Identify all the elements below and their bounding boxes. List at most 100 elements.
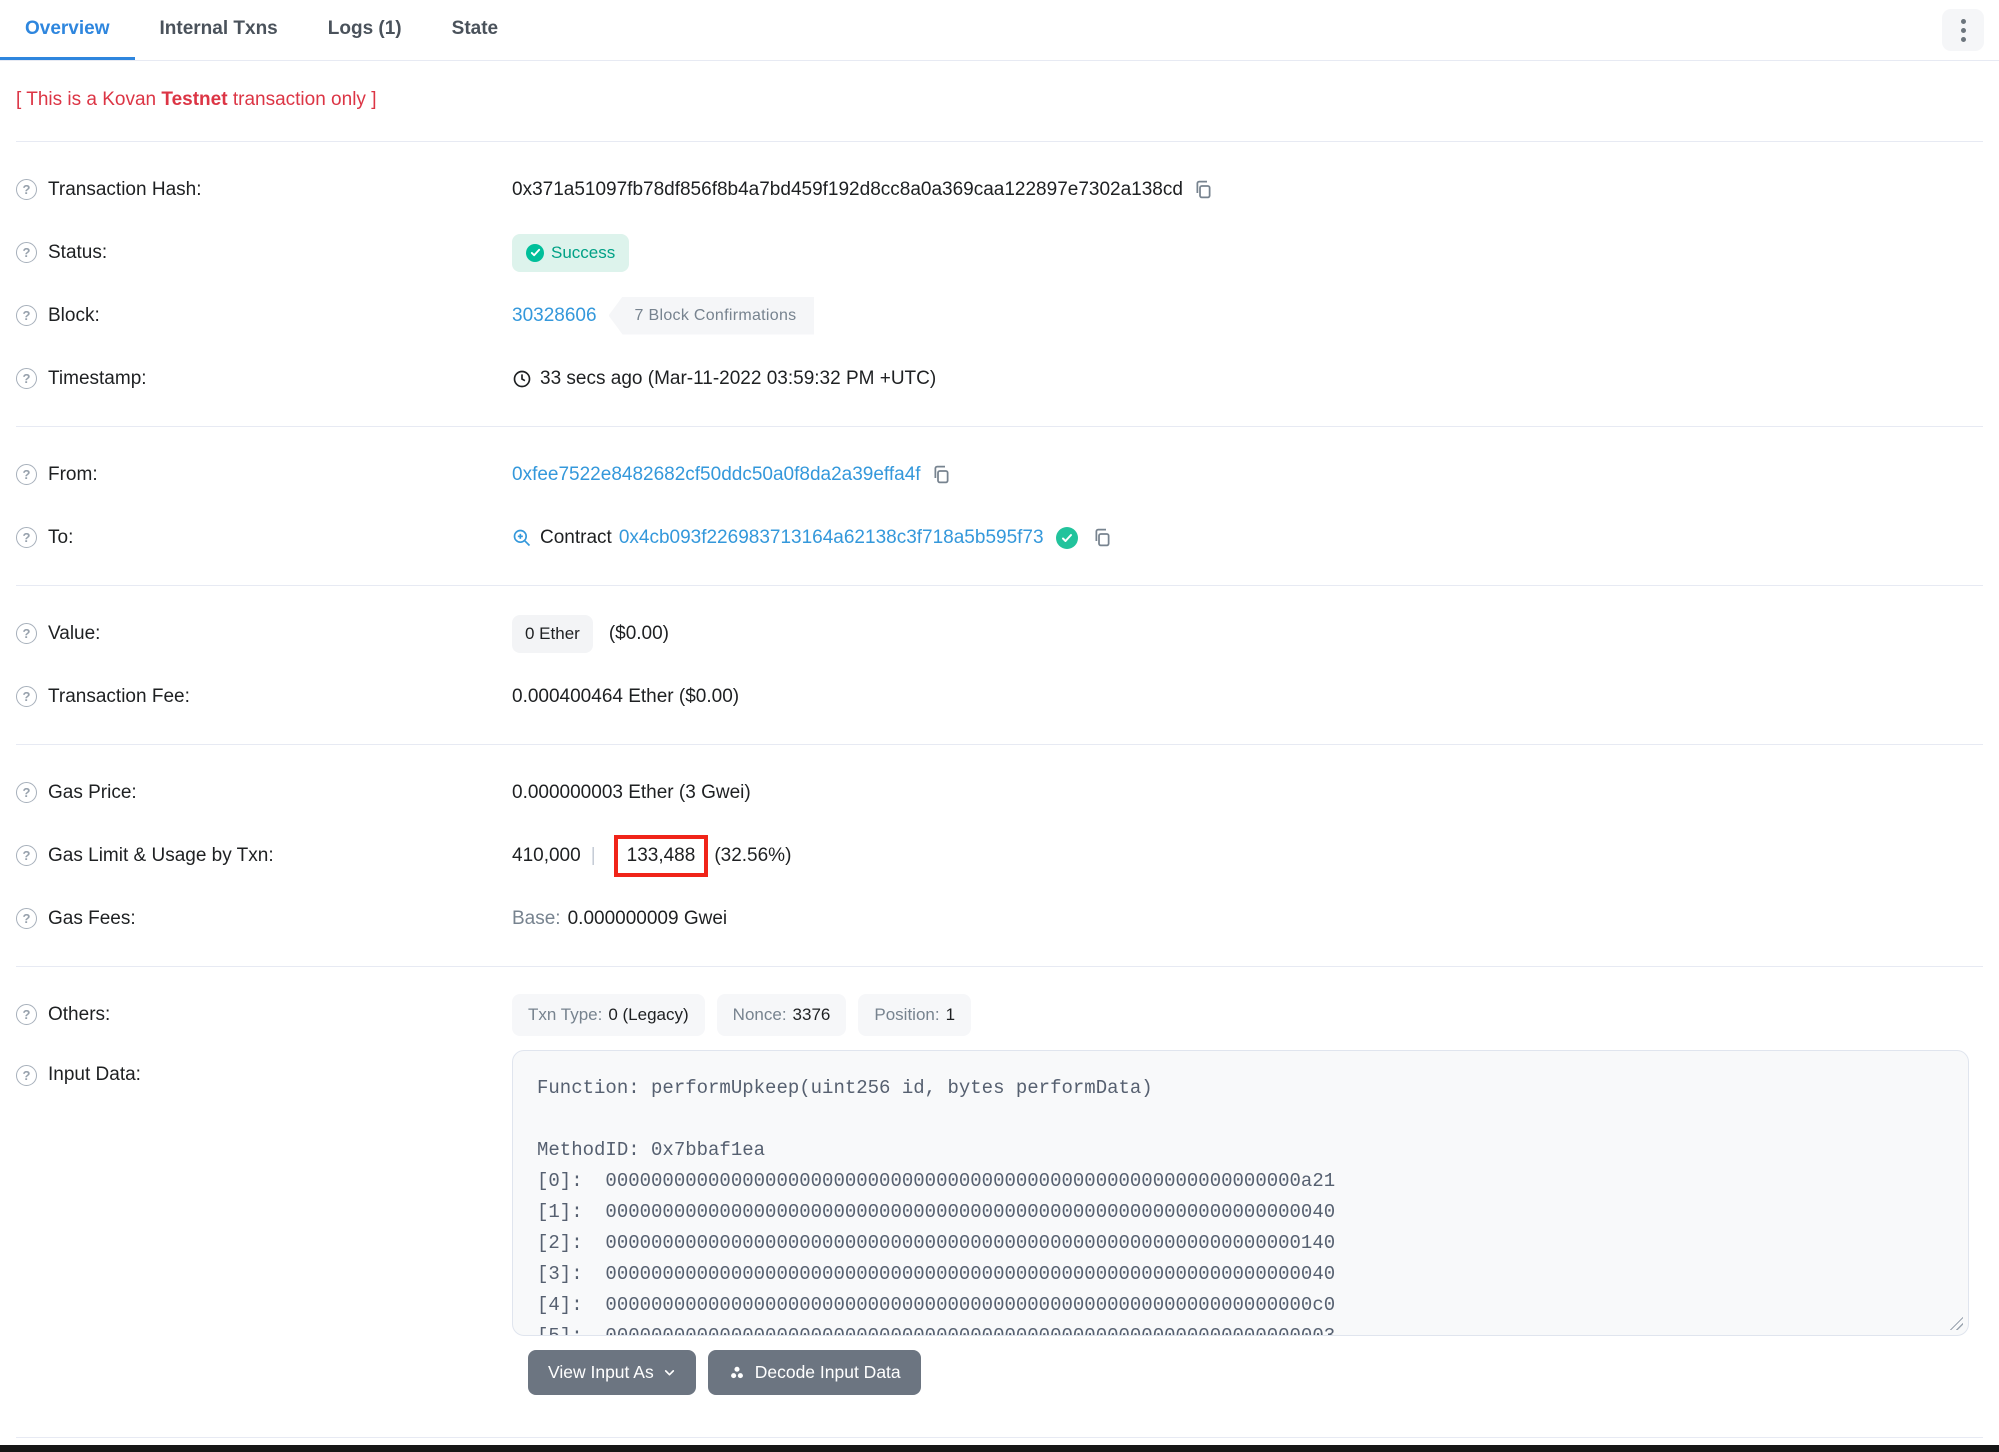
copy-icon xyxy=(1095,528,1110,547)
section-value-fee: ? Value: 0 Ether ($0.00) ? Transaction F… xyxy=(0,586,1999,744)
block-row: ? Block: 30328606 7 Block Confirmations xyxy=(16,284,1969,347)
transaction-hash-value: 0x371a51097fb78df856f8b4a7bd459f192d8cc8… xyxy=(512,178,1183,200)
help-icon[interactable]: ? xyxy=(16,782,37,803)
others-row: ? Others: Txn Type: 0 (Legacy) Nonce: 33… xyxy=(16,983,1969,1046)
txn-type-badge: Txn Type: 0 (Legacy) xyxy=(512,993,705,1036)
value-amount-badge: 0 Ether xyxy=(512,614,593,653)
notice-prefix: [ This is a Kovan xyxy=(16,89,162,110)
notice-bold: Testnet xyxy=(161,89,228,110)
tab-bar: Overview Internal Txns Logs (1) State xyxy=(0,0,1999,61)
window-bottom-edge xyxy=(0,1445,1999,1452)
others-label: Others: xyxy=(48,1003,111,1025)
status-badge-text: Success xyxy=(551,242,616,262)
transaction-hash-row: ? Transaction Hash: 0x371a51097fb78df856… xyxy=(16,158,1969,221)
magnifier-plus-icon[interactable] xyxy=(512,528,532,548)
decode-input-data-button[interactable]: Decode Input Data xyxy=(707,1350,921,1395)
more-options-button[interactable] xyxy=(1942,9,1984,51)
help-icon[interactable]: ? xyxy=(16,845,37,866)
success-check-icon xyxy=(526,243,544,262)
input-data-line: [0]: 00000000000000000000000000000000000… xyxy=(537,1170,1336,1192)
help-icon[interactable]: ? xyxy=(16,686,37,707)
kebab-icon xyxy=(1960,18,1966,24)
help-icon[interactable]: ? xyxy=(16,908,37,929)
status-label: Status: xyxy=(48,241,108,263)
copy-hash-button[interactable] xyxy=(1193,179,1214,200)
gas-fees-row: ? Gas Fees: Base: 0.000000009 Gwei xyxy=(16,887,1969,950)
gas-fees-base-value: 0.000000009 Gwei xyxy=(567,907,728,929)
to-contract-prefix: Contract xyxy=(540,526,612,548)
input-data-line: MethodID: 0x7bbaf1ea xyxy=(537,1139,766,1161)
input-data-label: Input Data: xyxy=(48,1064,141,1085)
transaction-overview-page: Overview Internal Txns Logs (1) State [ … xyxy=(0,0,1999,1452)
section-others-input: ? Others: Txn Type: 0 (Legacy) Nonce: 33… xyxy=(0,967,1999,1411)
input-data-line: [4]: 00000000000000000000000000000000000… xyxy=(537,1294,1336,1316)
copy-icon xyxy=(1196,180,1211,199)
value-label: Value: xyxy=(48,622,101,644)
resize-handle[interactable] xyxy=(1947,1314,1963,1330)
section-gas: ? Gas Price: 0.000000003 Ether (3 Gwei) … xyxy=(0,745,1999,966)
from-row: ? From: 0xfee7522e8482682cf50ddc50a0f8da… xyxy=(16,443,1969,506)
timestamp-value: 33 secs ago (Mar-11-2022 03:59:32 PM +UT… xyxy=(540,367,937,389)
verified-check-icon xyxy=(1055,526,1078,549)
gas-used-value: 133,488 xyxy=(626,844,696,866)
from-address-link[interactable]: 0xfee7522e8482682cf50ddc50a0f8da2a39effa… xyxy=(512,464,921,486)
to-row: ? To: Contract 0x4cb093f226983713164a621… xyxy=(16,506,1969,569)
input-data-line xyxy=(537,1104,1958,1135)
help-icon[interactable]: ? xyxy=(16,623,37,644)
input-data-line: Function: performUpkeep(uint256 id, byte… xyxy=(537,1077,1153,1099)
block-number-link[interactable]: 30328606 xyxy=(512,305,597,327)
gas-price-value: 0.000000003 Ether (3 Gwei) xyxy=(512,781,751,803)
gas-limit-usage-row: ? Gas Limit & Usage by Txn: 410,000 | 13… xyxy=(16,824,1969,887)
chevron-down-icon xyxy=(664,1370,674,1376)
to-label: To: xyxy=(48,526,74,548)
input-data-line: [3]: 00000000000000000000000000000000000… xyxy=(537,1263,1336,1285)
transaction-fee-label: Transaction Fee: xyxy=(48,685,190,707)
transaction-fee-row: ? Transaction Fee: 0.000400464 Ether ($0… xyxy=(16,665,1969,728)
help-icon[interactable]: ? xyxy=(16,527,37,548)
view-input-as-button[interactable]: View Input As xyxy=(528,1350,696,1395)
section-hash-status-block-time: ? Transaction Hash: 0x371a51097fb78df856… xyxy=(0,142,1999,426)
gas-price-row: ? Gas Price: 0.000000003 Ether (3 Gwei) xyxy=(16,761,1969,824)
help-icon[interactable]: ? xyxy=(16,305,37,326)
input-data-line: [5]: 00000000000000000000000000000000000… xyxy=(537,1325,1336,1336)
input-data-textarea[interactable]: Function: performUpkeep(uint256 id, byte… xyxy=(512,1050,1969,1336)
input-data-actions: View Input As Decode Input Data xyxy=(528,1350,1969,1395)
timestamp-label: Timestamp: xyxy=(48,367,147,389)
tab-internal-txns[interactable]: Internal Txns xyxy=(135,0,303,60)
notice-suffix: transaction only ] xyxy=(227,89,377,110)
value-row: ? Value: 0 Ether ($0.00) xyxy=(16,602,1969,665)
transaction-fee-value: 0.000400464 Ether ($0.00) xyxy=(512,685,740,707)
clock-icon xyxy=(513,370,531,387)
help-icon[interactable]: ? xyxy=(16,242,37,263)
tab-overview[interactable]: Overview xyxy=(0,0,135,60)
gas-fees-base-label: Base: xyxy=(512,907,561,929)
copy-from-button[interactable] xyxy=(931,464,952,485)
status-badge: Success xyxy=(512,233,630,272)
annotation-red-box: 133,488 xyxy=(613,834,709,877)
timestamp-row: ? Timestamp: 33 secs ago (Mar-11-2022 03… xyxy=(16,347,1969,410)
input-data-line: [1]: 00000000000000000000000000000000000… xyxy=(537,1201,1336,1223)
input-data-row: ? Input Data: Function: performUpkeep(ui… xyxy=(16,1050,1969,1336)
tab-logs[interactable]: Logs (1) xyxy=(303,0,427,60)
help-icon[interactable]: ? xyxy=(16,179,37,200)
help-icon[interactable]: ? xyxy=(16,1064,37,1086)
help-icon[interactable]: ? xyxy=(16,1004,37,1025)
copy-icon xyxy=(934,465,949,484)
block-confirmations-badge: 7 Block Confirmations xyxy=(608,296,815,335)
nonce-badge: Nonce: 3376 xyxy=(716,993,847,1036)
to-address-link[interactable]: 0x4cb093f226983713164a62138c3f718a5b595f… xyxy=(619,527,1044,549)
transaction-hash-label: Transaction Hash: xyxy=(48,178,202,200)
gas-limit-separator: | xyxy=(590,844,596,866)
help-icon[interactable]: ? xyxy=(16,464,37,485)
gas-limit-label: Gas Limit & Usage by Txn: xyxy=(48,844,274,866)
gas-fees-label: Gas Fees: xyxy=(48,907,136,929)
from-label: From: xyxy=(48,463,98,485)
decode-icon xyxy=(730,1366,743,1378)
section-from-to: ? From: 0xfee7522e8482682cf50ddc50a0f8da… xyxy=(0,427,1999,585)
tab-state[interactable]: State xyxy=(427,0,523,60)
gas-limit-value: 410,000 xyxy=(512,844,581,866)
help-icon[interactable]: ? xyxy=(16,368,37,389)
position-badge: Position: 1 xyxy=(858,993,972,1036)
copy-to-button[interactable] xyxy=(1092,527,1113,548)
testnet-notice: [ This is a Kovan Testnet transaction on… xyxy=(0,61,1999,141)
